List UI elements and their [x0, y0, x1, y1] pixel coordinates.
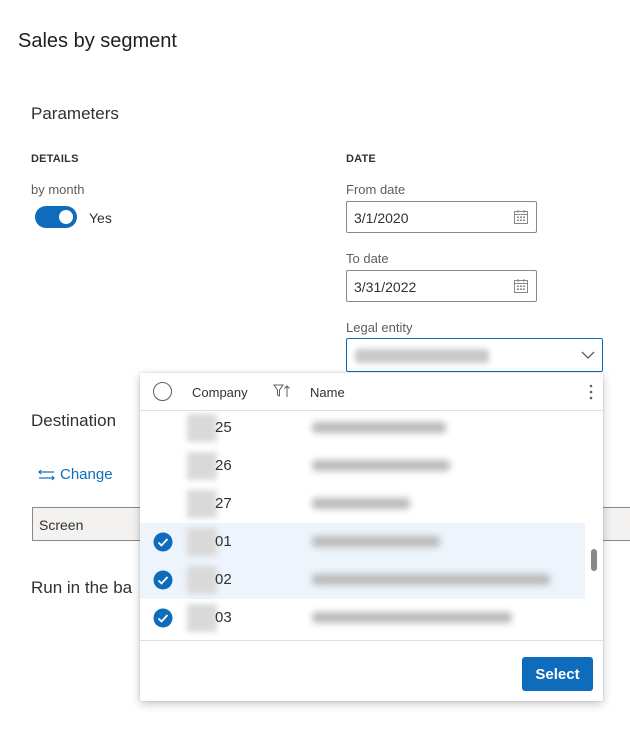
calendar-icon[interactable]: [513, 209, 529, 225]
company-name-redacted: [312, 536, 440, 547]
from-date-label: From date: [346, 182, 406, 197]
checkmark-circle-icon[interactable]: [153, 570, 173, 590]
checkmark-circle-icon[interactable]: [153, 532, 173, 552]
company-name-redacted: [312, 498, 410, 509]
by-month-toggle[interactable]: [35, 206, 77, 228]
company-code: 26: [215, 457, 232, 474]
company-name-redacted: [312, 574, 550, 585]
scrollbar-thumb[interactable]: [591, 549, 597, 571]
company-code-redacted: [187, 604, 217, 632]
company-code: 27: [215, 495, 232, 512]
table-row[interactable]: 02: [140, 561, 585, 599]
table-row[interactable]: 03: [140, 599, 585, 637]
filter-sort-icon[interactable]: [273, 384, 291, 398]
by-month-label: by month: [31, 182, 85, 197]
table-row[interactable]: 27: [140, 485, 585, 523]
table-row[interactable]: 01: [140, 523, 585, 561]
by-month-value: Yes: [89, 210, 112, 226]
company-name-redacted: [312, 612, 512, 623]
select-button[interactable]: Select: [522, 657, 593, 691]
lookup-footer: Select: [140, 640, 603, 701]
parameters-title: Parameters: [31, 104, 119, 123]
legal-entity-select[interactable]: [346, 338, 603, 372]
company-code: 02: [215, 571, 232, 588]
company-name-redacted: [312, 422, 446, 433]
to-date-value: 3/31/2022: [354, 279, 417, 295]
run-in-background-title: Run in the ba: [31, 578, 133, 597]
chevron-down-icon[interactable]: [581, 350, 595, 360]
lookup-header: Company Name: [140, 373, 603, 411]
change-destination-link[interactable]: Change: [38, 466, 113, 483]
details-heading: DETAILS: [31, 153, 79, 165]
company-code: 25: [215, 419, 232, 436]
select-all-checkbox[interactable]: [153, 382, 172, 401]
table-row[interactable]: 25: [140, 411, 585, 447]
company-code-redacted: [187, 566, 217, 594]
change-label: Change: [60, 466, 113, 483]
lookup-list: 25 26 27 01 02 03: [140, 411, 603, 640]
legal-entity-lookup: Company Name 25 26 27 01 02 03 Select: [140, 373, 603, 701]
more-options-icon[interactable]: [588, 382, 594, 402]
to-date-label: To date: [346, 251, 389, 266]
company-code: 01: [215, 533, 232, 550]
calendar-icon[interactable]: [513, 278, 529, 294]
company-code-redacted: [187, 528, 217, 556]
column-header-company[interactable]: Company: [192, 385, 248, 400]
company-code-redacted: [187, 452, 217, 480]
legal-entity-label: Legal entity: [346, 320, 413, 335]
company-name-redacted: [312, 460, 450, 471]
from-date-input[interactable]: 3/1/2020: [346, 201, 537, 233]
destination-value: Screen: [39, 517, 84, 533]
company-code: 03: [215, 609, 232, 626]
page-title: Sales by segment: [18, 30, 177, 52]
from-date-value: 3/1/2020: [354, 210, 409, 226]
company-code-redacted: [187, 490, 217, 518]
toggle-knob: [59, 210, 73, 224]
legal-entity-value-redacted: [355, 349, 489, 363]
table-row[interactable]: 26: [140, 447, 585, 485]
checkmark-circle-icon[interactable]: [153, 608, 173, 628]
destination-title: Destination: [31, 411, 117, 430]
company-code-redacted: [187, 414, 217, 442]
to-date-input[interactable]: 3/31/2022: [346, 270, 537, 302]
swap-arrows-icon: [38, 469, 55, 480]
column-header-name[interactable]: Name: [310, 385, 345, 400]
date-heading: DATE: [346, 153, 376, 165]
